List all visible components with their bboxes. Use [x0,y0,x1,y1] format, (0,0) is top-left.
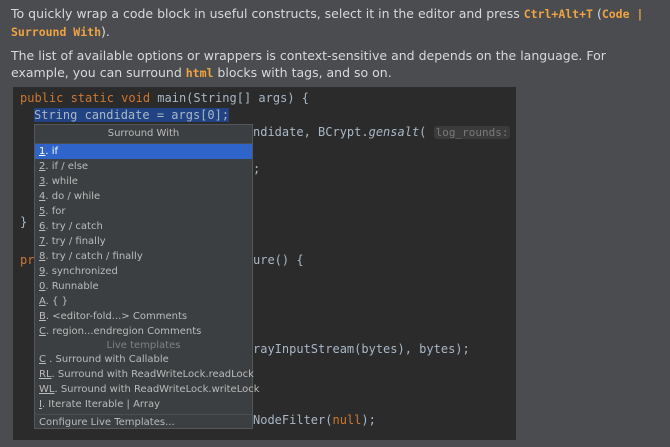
code-line-2[interactable]: String candidate = args[0]; [34,108,230,122]
documentation-text: To quickly wrap a code block in useful c… [11,5,661,88]
code-line-7-tail: NodeFilter(null); [253,413,376,427]
code-line-3-tail: ; [253,162,261,176]
shortcut-ctrl-alt-t: Ctrl+Alt+T [523,7,593,21]
live-templates-header: Live templates [106,340,181,351]
popup-title: Surround With [35,125,252,144]
surround-option-5[interactable]: 6. try / catch [35,219,252,234]
surround-option-0[interactable]: 1. if [35,144,252,159]
selected-code[interactable]: String candidate = args[0]; [34,108,230,122]
paragraph-1: To quickly wrap a code block in useful c… [11,6,644,39]
paragraph-2: The list of available options or wrapper… [11,48,606,80]
code-line-6-tail: rayInputStream(bytes), bytes); [253,342,470,356]
configure-live-templates[interactable]: Configure Live Templates... [35,415,252,430]
live-template-option-2[interactable]: WL. Surround with ReadWriteLock.writeLoc… [35,382,260,397]
code-line-4-start: pr [20,253,35,267]
surround-option-1[interactable]: 2. if / else [35,159,252,174]
live-template-option-1[interactable]: RL. Surround with ReadWriteLock.readLock [35,367,254,382]
surround-option-6[interactable]: 7. try / finally [35,234,252,249]
live-template-option-0[interactable]: C . Surround with Callable [35,352,252,367]
live-template-option-3[interactable]: I. Iterate Iterable | Array [35,397,252,412]
surround-option-8[interactable]: 9. synchronized [35,264,252,279]
surround-option-7[interactable]: 8. try / catch / finally [35,249,252,264]
code-brace: } [20,215,28,229]
surround-option-12[interactable]: C. region...endregion Comments [35,324,252,339]
code-line-1: public static void main(String[] args) { [20,91,309,105]
surround-with-popup[interactable]: Surround With 1. if 2. if / else 3. while 4… [34,124,260,430]
surround-option-10[interactable]: A. { } [35,294,252,309]
code-line-2-tail: ndidate, BCrypt.gensalt( log_rounds: 12)… [253,125,511,139]
code-line-5-tail: ure() { [253,253,304,267]
param-hint: log_rounds: [433,126,511,139]
surround-option-3[interactable]: 4. do / while [35,189,252,204]
surround-option-2[interactable]: 3. while [35,174,252,189]
surround-option-11[interactable]: B. <editor-fold...> Comments [35,309,252,324]
html-tag-code: html [185,66,214,80]
surround-option-4[interactable]: 5. for [35,204,252,219]
surround-option-9[interactable]: 0. Runnable [35,279,252,294]
